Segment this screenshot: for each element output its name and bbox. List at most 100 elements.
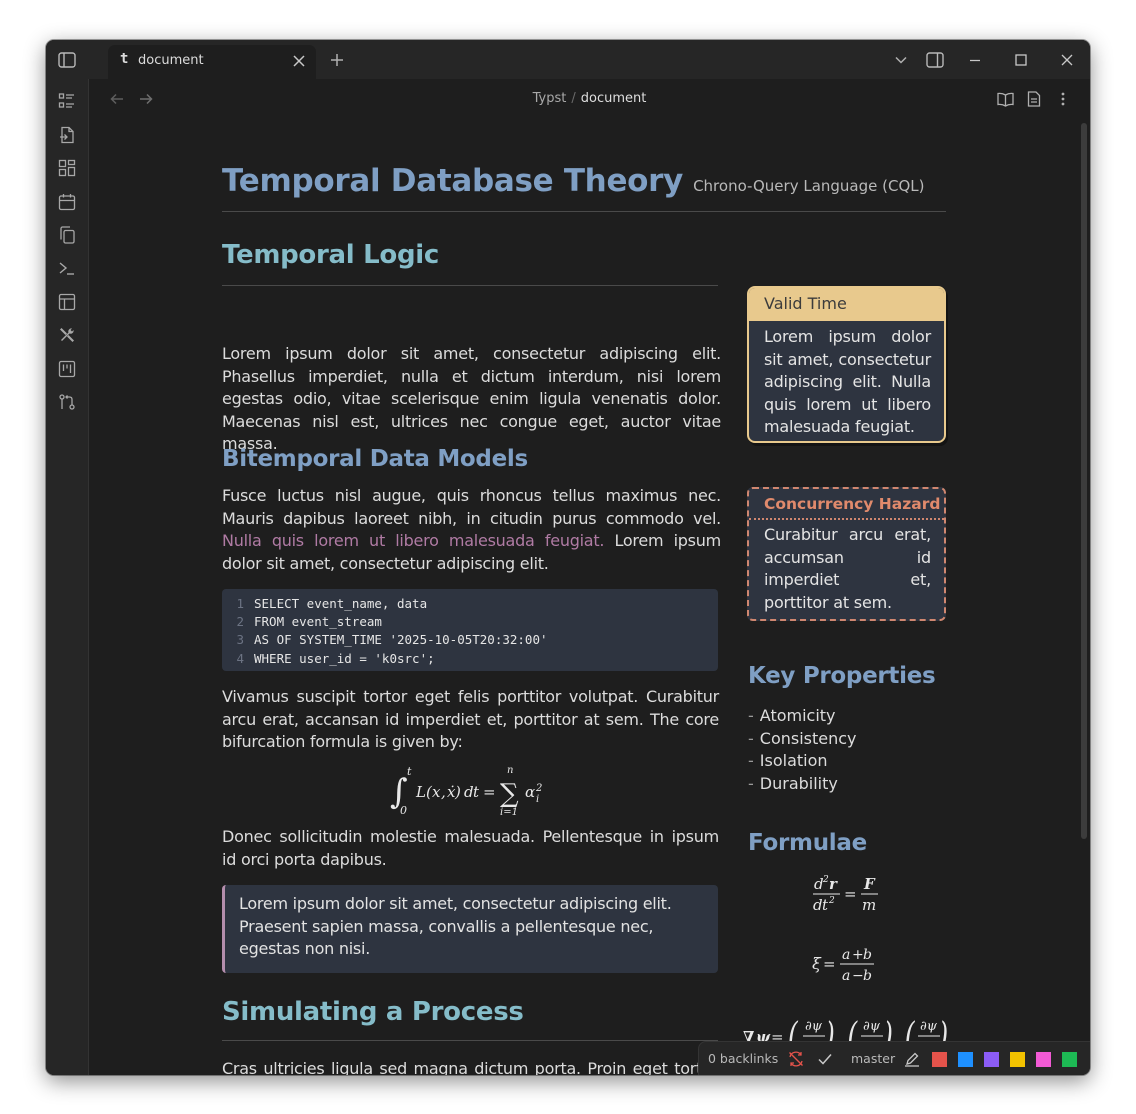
- svg-text:a: a: [842, 968, 850, 984]
- backlinks-count[interactable]: 0 backlinks: [708, 1051, 778, 1066]
- key-properties-list: - Atomicity - Consistency - Isolation - Dura…: [748, 705, 857, 795]
- svg-text:2: 2: [822, 875, 829, 885]
- color-swatch-blue[interactable]: [958, 1052, 973, 1067]
- color-swatch-pink[interactable]: [1036, 1052, 1051, 1067]
- close-window-icon[interactable]: [1056, 49, 1078, 71]
- breadcrumb-separator: /: [571, 91, 576, 106]
- svg-text:): ): [454, 783, 461, 801]
- paragraph-5: Cras ultricies ligula sed magna dictum p…: [222, 1059, 718, 1075]
- copy-icon[interactable]: [56, 224, 78, 246]
- svg-text:x: x: [432, 783, 441, 801]
- heading-formulae: Formulae: [748, 830, 867, 856]
- svg-text:m: m: [862, 896, 876, 914]
- svg-text:b: b: [863, 947, 872, 963]
- breadcrumb-folder[interactable]: Typst: [533, 91, 567, 106]
- close-tab-icon[interactable]: [290, 52, 308, 70]
- reading-view-icon[interactable]: [995, 89, 1015, 109]
- color-swatch-yellow[interactable]: [1010, 1052, 1025, 1067]
- calendar-icon[interactable]: [56, 191, 78, 213]
- color-swatch-red[interactable]: [932, 1052, 947, 1067]
- svg-text:t: t: [473, 783, 480, 801]
- svg-text:∂ψ: ∂ψ: [805, 1019, 823, 1034]
- svg-text:t: t: [407, 765, 412, 778]
- svg-text:2: 2: [535, 783, 542, 794]
- layout-icon[interactable]: [56, 291, 78, 313]
- git-branch[interactable]: master: [851, 1051, 895, 1066]
- color-swatch-purple[interactable]: [984, 1052, 999, 1067]
- svg-text:∂ψ: ∂ψ: [863, 1019, 881, 1034]
- check-icon[interactable]: [816, 1050, 834, 1068]
- svg-text:r: r: [829, 875, 838, 893]
- svg-text:α: α: [525, 783, 535, 801]
- line-number: 3: [236, 632, 244, 648]
- new-tab-icon[interactable]: [326, 49, 348, 71]
- title-subtitle: Chrono-Query Language (CQL): [693, 177, 925, 195]
- svg-text:=: =: [844, 885, 857, 903]
- maximize-icon[interactable]: [1010, 49, 1032, 71]
- tab-title: document: [138, 53, 204, 68]
- svg-text:a: a: [842, 947, 850, 963]
- svg-text:=: =: [483, 783, 496, 801]
- code-line: 2 FROM event_stream: [222, 614, 718, 632]
- svg-text:2: 2: [828, 896, 835, 906]
- paragraph-4: Donec sollicitudin molestie malesuada. P…: [222, 827, 719, 869]
- blockquote-text: Lorem ipsum dolor sit amet, consectetur …: [239, 894, 672, 958]
- document-icon[interactable]: [1024, 89, 1044, 109]
- list-item: - Consistency: [748, 728, 857, 748]
- heading-key-properties: Key Properties: [748, 663, 936, 689]
- line-number: 1: [236, 596, 244, 611]
- paragraph-1: Lorem ipsum dolor sit amet, consectetur …: [222, 344, 721, 453]
- callout-title: Concurrency Hazard: [749, 489, 944, 520]
- breadcrumb-file[interactable]: document: [581, 91, 647, 106]
- code-block: 1 SELECT event_name, data 2 FROM event_str…: [222, 589, 718, 671]
- tab-list-chevron-icon[interactable]: [890, 49, 912, 71]
- tab-document[interactable]: t document: [108, 45, 316, 79]
- scrollbar-thumb[interactable]: [1081, 123, 1087, 839]
- svg-text:∑: ∑: [500, 779, 519, 809]
- xi-formula: ξ = a + b a − b: [810, 942, 900, 986]
- blockquote: Lorem ipsum dolor sit amet, consectetur …: [222, 885, 718, 973]
- line-number: 4: [236, 650, 244, 666]
- svg-text:,: ,: [441, 783, 446, 801]
- typst-file-icon: t: [120, 51, 129, 67]
- sidebar-toggle-icon[interactable]: [56, 49, 78, 71]
- pen-icon[interactable]: [903, 1050, 921, 1068]
- app-window: t document Typst / document Temporal Dat…: [46, 40, 1090, 1075]
- svg-text:b: b: [863, 968, 872, 984]
- line-number: 2: [236, 614, 244, 630]
- terminal-icon[interactable]: [56, 257, 78, 279]
- paragraph-2: Fusce luctus nisl augue, quis rhoncus te…: [222, 485, 721, 575]
- svg-text:−: −: [852, 968, 864, 984]
- title-text: Temporal Database Theory: [222, 163, 684, 199]
- heading-rule: [222, 285, 718, 286]
- document-title: Temporal Database Theory Chrono-Query Lan…: [222, 163, 925, 199]
- tools-icon[interactable]: [56, 324, 78, 346]
- document-view: Temporal Database Theory Chrono-Query Lan…: [89, 119, 1090, 1075]
- right-sidebar-toggle-icon[interactable]: [924, 49, 946, 71]
- concurrency-hazard-callout: Concurrency Hazard Curabitur arcu erat, …: [747, 487, 946, 621]
- file-open-icon[interactable]: [56, 124, 78, 146]
- sync-off-icon[interactable]: [787, 1050, 805, 1068]
- paragraph-2-text: Fusce luctus nisl augue, quis rhoncus te…: [222, 486, 721, 528]
- heading-temporal-logic: Temporal Logic: [222, 240, 439, 270]
- callout-body: Lorem ipsum dolor sit amet, consectetur …: [764, 327, 931, 436]
- code-line: 4 WHERE user_id = 'k0src';: [222, 651, 718, 669]
- color-swatch-green[interactable]: [1062, 1052, 1077, 1067]
- git-compare-icon[interactable]: [56, 391, 78, 413]
- code-text: SELECT event_name, data: [254, 596, 428, 611]
- dashboard-icon[interactable]: [56, 157, 78, 179]
- kanban-icon[interactable]: [56, 358, 78, 380]
- code-text: FROM event_stream: [254, 614, 382, 630]
- title-bar: t document: [46, 40, 1090, 79]
- more-options-icon[interactable]: [1053, 89, 1073, 109]
- paragraph-3: Vivamus suscipit tortor eget felis portt…: [222, 687, 719, 751]
- status-bar: 0 backlinks master: [698, 1041, 1090, 1075]
- minimize-icon[interactable]: [964, 49, 986, 71]
- newton-formula: d 2 r d t 2 = F m: [812, 872, 892, 916]
- svg-text:F: F: [863, 875, 876, 893]
- outline-icon[interactable]: [56, 90, 78, 112]
- valid-time-callout: Valid Time Lorem ipsum dolor sit amet, c…: [747, 286, 946, 443]
- inline-link[interactable]: Nulla quis lorem ut libero malesuada feu…: [222, 531, 604, 550]
- view-header: Typst / document: [89, 79, 1090, 119]
- callout-title: Valid Time: [749, 288, 944, 321]
